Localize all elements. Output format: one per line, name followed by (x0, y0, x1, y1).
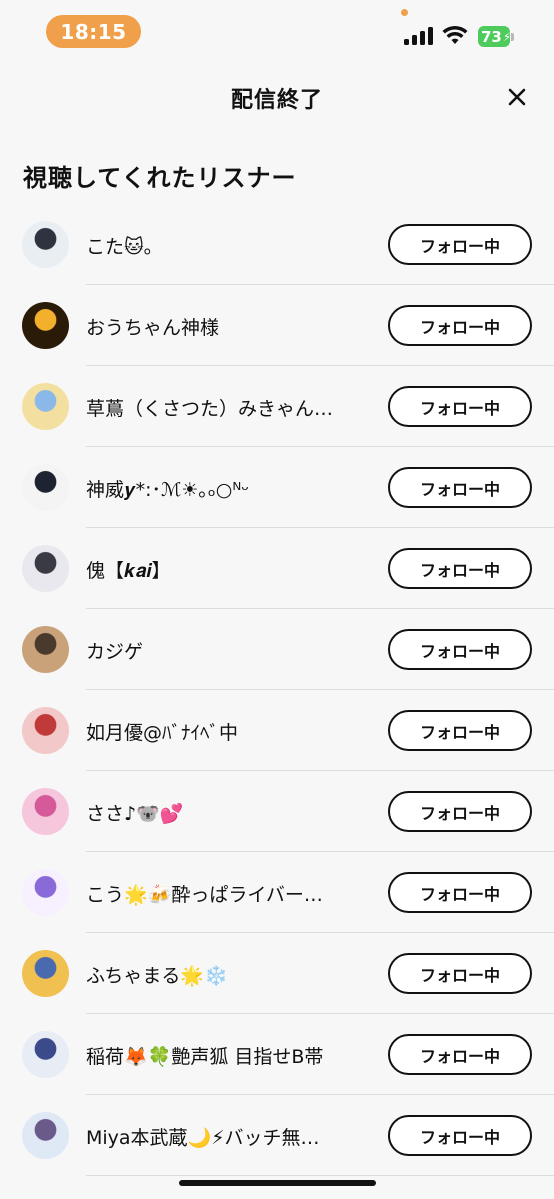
list-item[interactable]: 如月優@ﾊﾞﾅｲﾍﾞ中 フォロー中 (0, 690, 554, 771)
avatar[interactable] (22, 950, 69, 997)
avatar[interactable] (22, 788, 69, 835)
wifi-icon (442, 25, 468, 44)
following-button[interactable]: フォロー中 (388, 710, 532, 751)
following-button[interactable]: フォロー中 (388, 386, 532, 427)
list-item[interactable]: こう🌟🍻酔っぱライバー… フォロー中 (0, 852, 554, 933)
avatar[interactable] (22, 545, 69, 592)
avatar[interactable] (22, 302, 69, 349)
list-item[interactable]: ささ♪🐨💕 フォロー中 (0, 771, 554, 852)
list-item[interactable]: Miya本武蔵🌙⚡バッチ無… フォロー中 (0, 1095, 554, 1176)
status-bar: 18:15 73 ⚡ (0, 0, 554, 62)
battery-cap (511, 33, 514, 41)
listener-name[interactable]: Miya本武蔵🌙⚡バッチ無… (86, 1123, 356, 1150)
battery-indicator: 73 ⚡ (478, 26, 511, 47)
following-button[interactable]: フォロー中 (388, 548, 532, 589)
listener-name[interactable]: 神威𝒚*:･ℳ☀︎｡ₒ○ᴺᵕ (86, 475, 356, 502)
avatar[interactable] (22, 383, 69, 430)
page-title: 配信終了 (230, 88, 323, 113)
listener-name[interactable]: カジゲ (86, 637, 356, 664)
avatar[interactable] (22, 1031, 69, 1078)
following-button[interactable]: フォロー中 (388, 953, 532, 994)
avatar[interactable] (22, 221, 69, 268)
recording-dot-icon (401, 9, 408, 16)
listener-name[interactable]: こう🌟🍻酔っぱライバー… (86, 880, 356, 907)
following-button[interactable]: フォロー中 (388, 1115, 532, 1156)
listener-name[interactable]: こた🐱｡ (86, 232, 356, 259)
listener-name[interactable]: おうちゃん神様 (86, 313, 356, 340)
following-button[interactable]: フォロー中 (388, 629, 532, 670)
list-item[interactable]: カジゲ フォロー中 (0, 609, 554, 690)
list-item[interactable]: ふちゃまる🌟❄️ フォロー中 (0, 933, 554, 1014)
status-time: 18:15 (46, 15, 141, 48)
avatar[interactable] (22, 707, 69, 754)
battery-level: 73 (481, 27, 502, 46)
avatar[interactable] (22, 869, 69, 916)
avatar[interactable] (22, 626, 69, 673)
listener-name[interactable]: ふちゃまる🌟❄️ (86, 961, 356, 988)
listeners-section-title: 視聴してくれたリスナー (23, 164, 297, 192)
following-button[interactable]: フォロー中 (388, 467, 532, 508)
list-item[interactable]: おうちゃん神様 フォロー中 (0, 285, 554, 366)
listener-name[interactable]: 如月優@ﾊﾞﾅｲﾍﾞ中 (86, 718, 356, 745)
following-button[interactable]: フォロー中 (388, 224, 532, 265)
following-button[interactable]: フォロー中 (388, 305, 532, 346)
following-button[interactable]: フォロー中 (388, 791, 532, 832)
avatar[interactable] (22, 464, 69, 511)
home-indicator[interactable] (179, 1180, 376, 1186)
listener-list: こた🐱｡ フォロー中 おうちゃん神様 フォロー中 草蔦（くさつた）みきゃん… フォロー中神… (0, 204, 554, 1176)
following-button[interactable]: フォロー中 (388, 1034, 532, 1075)
list-item[interactable]: 稲荷🦊🍀艶声狐 目指せB帯 フォロー中 (0, 1014, 554, 1095)
list-item[interactable]: 傀【𝒌𝒂𝒊】 フォロー中 (0, 528, 554, 609)
listener-name[interactable]: 草蔦（くさつた）みきゃん… (86, 394, 356, 421)
list-item[interactable]: 神威𝒚*:･ℳ☀︎｡ₒ○ᴺᵕ フォロー中 (0, 447, 554, 528)
list-item[interactable]: 草蔦（くさつた）みきゃん… フォロー中 (0, 366, 554, 447)
cellular-signal-icon (404, 27, 434, 45)
listener-name[interactable]: ささ♪🐨💕 (86, 799, 356, 826)
following-button[interactable]: フォロー中 (388, 872, 532, 913)
avatar[interactable] (22, 1112, 69, 1159)
listener-name[interactable]: 稲荷🦊🍀艶声狐 目指せB帯 (86, 1042, 356, 1069)
list-item[interactable]: こた🐱｡ フォロー中 (0, 204, 554, 285)
close-icon[interactable] (504, 84, 530, 110)
listener-name[interactable]: 傀【𝒌𝒂𝒊】 (86, 556, 356, 583)
